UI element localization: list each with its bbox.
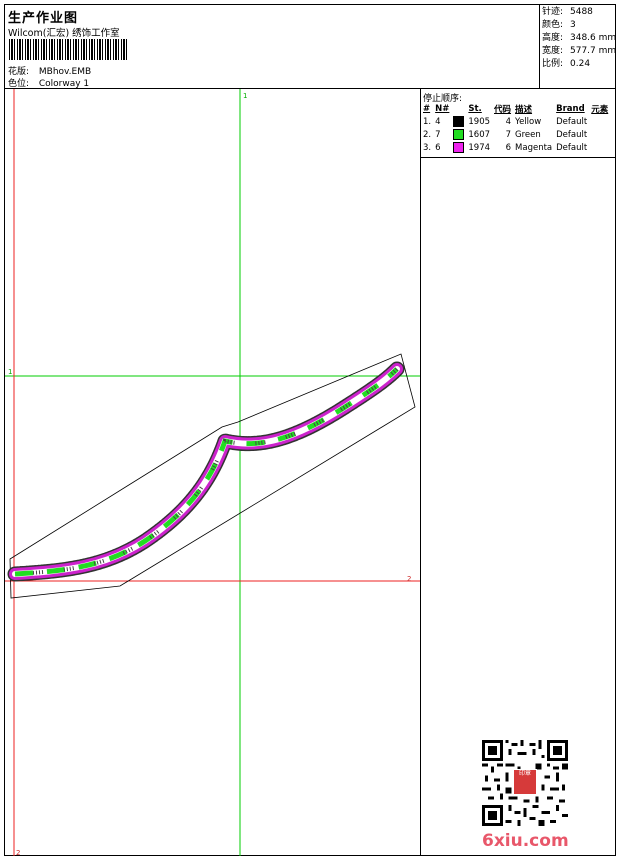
watermark: 6xiu.com xyxy=(482,831,569,851)
header-divider xyxy=(539,5,540,88)
production-sheet: 生产作业图 Wilcom(汇宏) 绣饰工作室 花版: MBhov.EMB 色位:… xyxy=(4,4,616,856)
col-color xyxy=(451,103,466,115)
guide-mark-bottom: 2 xyxy=(16,849,20,856)
col-desc: 描述 xyxy=(515,105,533,115)
design-canvas: 1 1 2 2 xyxy=(5,89,420,856)
color-swatch xyxy=(453,129,465,140)
stat-height: 高度: 348.6 mm xyxy=(542,33,617,43)
color-swatch xyxy=(453,116,465,127)
stats-block: 针迹: 5488 颜色: 3 高度: 348.6 mm 宽度: 577.7 mm 比例:… xyxy=(542,6,616,71)
sequence-table: # N# St. 代码 描述 Brand 元素 1. 4 1905 4 Yellow… xyxy=(421,103,610,154)
col-code: 代码 xyxy=(494,105,512,115)
col-element: 元素 xyxy=(591,105,609,115)
table-row: 2. 7 1607 7 Green Default xyxy=(423,129,588,140)
col-index: # xyxy=(423,104,431,114)
band-fill-magenta xyxy=(9,363,403,580)
sequence-bottom-rule xyxy=(420,157,616,158)
stat-colors: 颜色: 3 xyxy=(542,20,576,30)
guide-mark-right: 2 xyxy=(407,575,411,583)
table-row: 3. 6 1974 6 Magenta Default xyxy=(423,142,588,153)
barcode xyxy=(9,39,127,60)
stat-stitches: 针迹: 5488 xyxy=(542,7,593,17)
seal-stamp: 印章 xyxy=(513,769,537,795)
stat-width: 宽度: 577.7 mm xyxy=(542,46,617,56)
color-swatch xyxy=(453,142,465,153)
panel-divider xyxy=(420,88,421,856)
table-row: 1. 4 1905 4 Yellow Default xyxy=(423,116,588,127)
guide-mark-left: 1 xyxy=(8,368,12,376)
col-brand: Brand xyxy=(556,104,585,114)
guide-mark-top: 1 xyxy=(243,92,247,100)
col-needle: N# xyxy=(435,104,450,114)
page-title: 生产作业图 xyxy=(8,11,79,26)
company-name: Wilcom(汇宏) 绣饰工作室 xyxy=(8,28,120,39)
stat-scale: 比例: 0.24 xyxy=(542,59,591,69)
col-stitches: St. xyxy=(468,104,482,114)
